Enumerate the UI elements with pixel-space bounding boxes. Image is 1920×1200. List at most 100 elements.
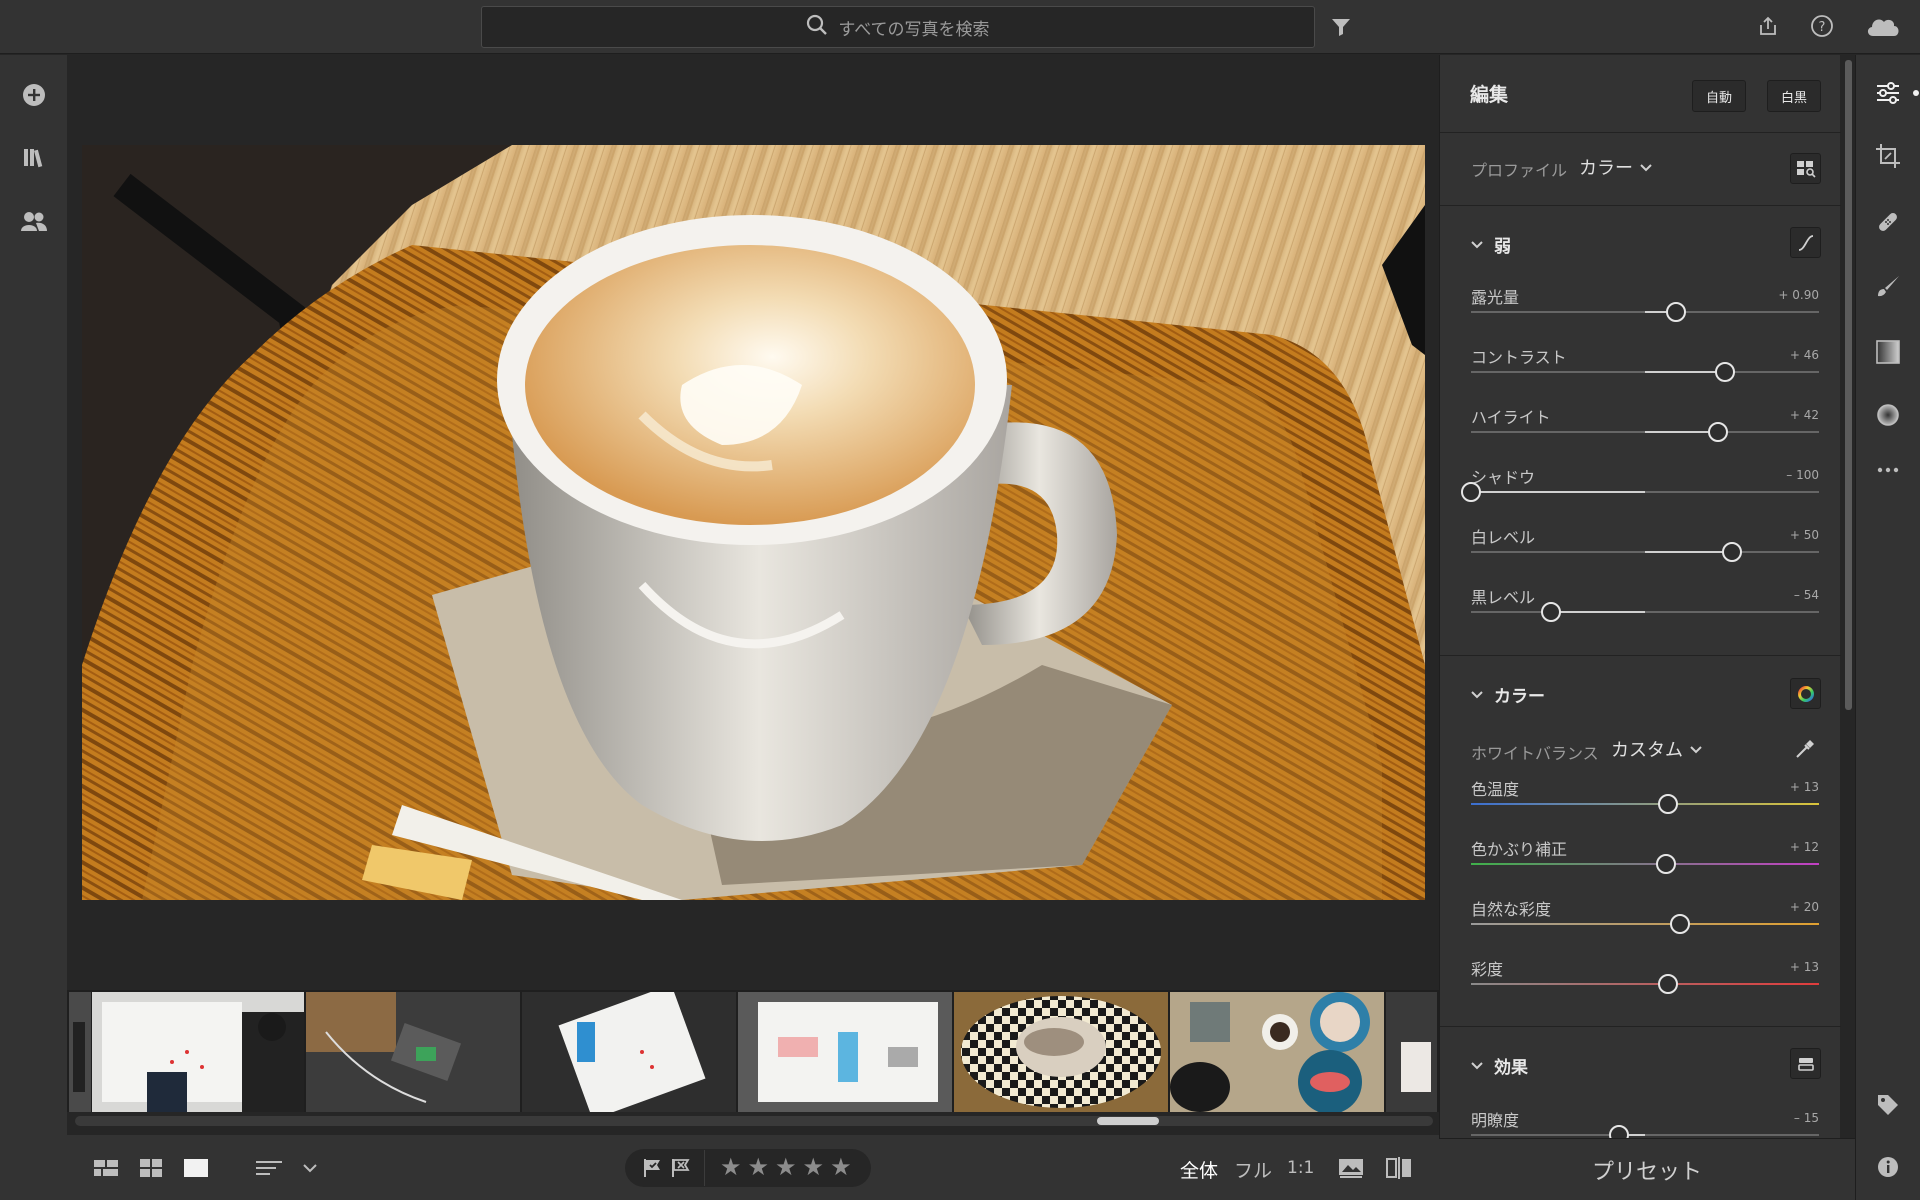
sort-chevron-down-icon[interactable] [298, 1156, 322, 1180]
slider-label: コントラスト [1471, 348, 1567, 367]
star-icon[interactable]: ★ [775, 1153, 797, 1181]
slider-value[interactable]: + 13 [1739, 780, 1819, 794]
filter-icon[interactable] [1328, 14, 1354, 40]
slider-value[interactable]: + 20 [1739, 900, 1819, 914]
filmstrip-scrollbar[interactable] [75, 1116, 1433, 1126]
presets-button[interactable]: プリセット [1439, 1138, 1855, 1200]
slider-knob[interactable] [1669, 914, 1690, 934]
slider-knob[interactable] [1657, 794, 1678, 814]
healing-bandage-icon[interactable] [1873, 207, 1903, 237]
slider-value[interactable]: + 50 [1739, 528, 1819, 542]
slider-value[interactable]: + 12 [1739, 840, 1819, 854]
add-photos-icon[interactable] [0, 70, 67, 120]
profile-browser-icon[interactable] [1790, 153, 1821, 184]
linear-gradient-icon[interactable] [1873, 337, 1903, 367]
pick-flag-icon[interactable] [640, 1156, 666, 1180]
slider-value[interactable]: – 100 [1739, 468, 1819, 482]
color-section-header[interactable]: カラー [1470, 682, 1545, 707]
presets-label: プリセット [1591, 1159, 1702, 1185]
slider-value[interactable]: + 0.90 [1739, 288, 1819, 302]
profile-dropdown[interactable]: カラー [1579, 154, 1653, 180]
bw-button[interactable]: 白黒 [1767, 80, 1821, 112]
slider-value[interactable]: + 42 [1739, 408, 1819, 422]
slider-value[interactable]: – 15 [1739, 1111, 1819, 1125]
white-balance-label: ホワイトバランス [1471, 744, 1599, 763]
filmstrip-scrollbar-thumb[interactable] [1097, 1117, 1159, 1125]
color-mixer-icon[interactable] [1790, 678, 1821, 709]
tone-curve-icon[interactable] [1790, 227, 1821, 258]
grid-view-icon[interactable] [137, 1154, 165, 1182]
zoom-1to1-button[interactable]: 1:1 [1287, 1158, 1314, 1178]
main-photo[interactable] [82, 145, 1425, 900]
filmstrip-thumb-6[interactable] [1170, 992, 1384, 1112]
effects-options-icon[interactable] [1790, 1048, 1821, 1079]
light-section-header[interactable]: 弱 [1470, 232, 1511, 257]
filmstrip-thumb-2[interactable] [306, 992, 520, 1112]
eyedropper-icon[interactable] [1792, 736, 1818, 762]
star-rating[interactable]: ★ ★ ★ ★ ★ [720, 1153, 852, 1181]
slider-label: 色かぶり補正 [1471, 840, 1568, 859]
detail-view-icon[interactable] [182, 1154, 210, 1182]
filmstrip-thumb-5[interactable] [954, 992, 1168, 1112]
info-icon[interactable] [1873, 1152, 1903, 1182]
zoom-fill-button[interactable]: フル [1234, 1156, 1272, 1183]
slider-track[interactable] [1471, 983, 1819, 985]
cloud-icon[interactable] [1862, 10, 1904, 42]
star-icon[interactable]: ★ [830, 1153, 852, 1181]
slider-knob[interactable] [1722, 542, 1742, 562]
white-balance-dropdown[interactable]: カスタム [1611, 736, 1703, 762]
white-balance-value: カスタム [1611, 740, 1683, 761]
radial-gradient-icon[interactable] [1873, 400, 1903, 430]
filmstrip-thumb-1[interactable] [92, 992, 304, 1112]
slider-track[interactable] [1471, 803, 1819, 805]
edit-panel-scrollbar[interactable] [1845, 60, 1852, 710]
divider [1440, 205, 1841, 206]
reject-flag-icon[interactable] [668, 1156, 694, 1180]
filmstrip-thumb-partial-right[interactable] [1386, 992, 1437, 1112]
slider-label: 色温度 [1471, 780, 1520, 799]
slider-value[interactable]: + 13 [1739, 960, 1819, 974]
slider-track[interactable] [1471, 863, 1819, 865]
library-icon[interactable] [0, 132, 67, 182]
brush-icon[interactable] [1873, 272, 1903, 302]
slider-fill [1471, 491, 1645, 493]
slider-track[interactable] [1471, 923, 1819, 925]
slider-label: 明瞭度 [1471, 1111, 1520, 1130]
slider-knob[interactable] [1715, 362, 1736, 382]
effects-section-header[interactable]: 効果 [1470, 1053, 1528, 1078]
before-after-icon[interactable] [1336, 1154, 1366, 1182]
slider-knob[interactable] [1657, 974, 1678, 994]
slider-label: 彩度 [1471, 960, 1504, 979]
slider-knob[interactable] [1708, 422, 1729, 442]
slider-label: 露光量 [1471, 288, 1520, 307]
slider-track[interactable] [1471, 1134, 1819, 1136]
people-icon[interactable] [0, 197, 67, 247]
star-icon[interactable]: ★ [803, 1153, 825, 1181]
help-icon[interactable]: ? [1808, 12, 1836, 40]
auto-button[interactable]: 自動 [1692, 80, 1746, 112]
share-icon[interactable] [1754, 12, 1782, 40]
crop-icon[interactable] [1873, 141, 1903, 171]
zoom-fit-button[interactable]: 全体 [1180, 1156, 1218, 1183]
slider-knob[interactable] [1655, 854, 1676, 874]
filmstrip-thumb-partial-left[interactable] [69, 992, 91, 1112]
star-icon[interactable]: ★ [720, 1153, 742, 1181]
edit-sliders-icon[interactable] [1873, 78, 1903, 108]
star-icon[interactable]: ★ [748, 1153, 770, 1181]
slider-knob[interactable] [1541, 602, 1562, 622]
filmstrip-thumb-4[interactable] [738, 992, 952, 1112]
more-options-icon[interactable] [1873, 460, 1903, 480]
slider-value[interactable]: + 46 [1739, 348, 1819, 362]
compare-view-icon[interactable] [1384, 1154, 1414, 1182]
search-bar[interactable]: すべての写真を検索 [481, 6, 1315, 48]
coffee-photo-illustration [82, 145, 1425, 900]
slider-label: シャドウ [1471, 468, 1536, 487]
slider-value[interactable]: – 54 [1739, 588, 1819, 602]
svg-text:?: ? [1819, 20, 1826, 35]
sort-icon[interactable] [254, 1154, 284, 1182]
slider-track[interactable] [1471, 611, 1819, 613]
tag-icon[interactable] [1873, 1090, 1903, 1120]
slider-knob[interactable] [1461, 482, 1481, 502]
square-grid-view-icon[interactable] [92, 1154, 120, 1182]
filmstrip-thumb-3[interactable] [522, 992, 736, 1112]
